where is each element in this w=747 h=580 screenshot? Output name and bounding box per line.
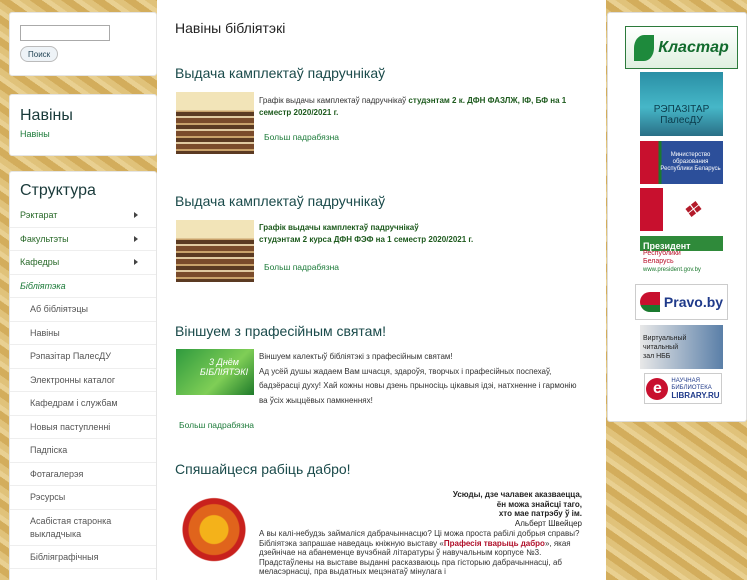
elibrary-banner[interactable]: e НАУЧНАЯ БИБЛИОТЕКА LIBRARY.RU <box>644 373 722 404</box>
submenu-item-repository[interactable]: Рэпазітар ПалесДУ <box>10 345 156 369</box>
books-image-1 <box>176 92 254 154</box>
article-title-3[interactable]: Віншуем з прафесійным святам! <box>175 323 386 339</box>
library-day-image: 3 Днём БІБЛІЯТЭКІ <box>176 349 254 395</box>
chevron-right-icon <box>134 212 138 218</box>
klastar-label: Кластар <box>658 39 729 56</box>
read-more-link-2[interactable]: Больш падрабязна <box>264 262 339 272</box>
leaf-icon <box>634 34 655 61</box>
exhibition-name: Прафесія тварыць дабро <box>443 538 545 548</box>
submenu-item-bibliographic[interactable]: Бібліяграфічныя <box>10 546 156 569</box>
submenu-item-catalog[interactable]: Электронны каталог <box>10 369 156 392</box>
elibrary-logo-icon: e <box>646 377 669 400</box>
submenu-item-news[interactable]: Навіны <box>10 322 156 345</box>
ministry-label: Министерство <box>670 152 711 158</box>
menu-item-library[interactable]: Бібліятэка <box>10 275 156 298</box>
submenu-item-about[interactable]: Аб бібліятэцы <box>10 298 156 322</box>
article-paragraph: Віншуем калектыў бібліятэкі з прафесійны… <box>259 352 453 361</box>
president-label: Президент <box>643 240 691 251</box>
president-banner[interactable]: Президент Республики Беларусь www.presid… <box>640 236 723 279</box>
news-block: Навіны Навіны <box>9 94 157 156</box>
quote-line: хто мае патрэбу ў ім. <box>498 509 582 518</box>
submenu-item-subscription[interactable]: Падпіска <box>10 439 156 463</box>
virtual-label: читальный <box>643 343 679 351</box>
pravo-banner[interactable]: Pravo.by <box>635 284 728 320</box>
article-title-1[interactable]: Выдача камплектаў падручнікаў <box>175 65 385 81</box>
repository-label: ПалесДУ <box>660 115 703 126</box>
library-day-image-text: 3 Днём БІБЛІЯТЭКІ <box>199 357 249 377</box>
elibrary-label: LIBRARY.RU <box>671 391 720 400</box>
submenu-item-teacher-page[interactable]: Асабістая старонка выкладчыка <box>10 510 156 546</box>
quote-line: ён можа знайсці таго, <box>496 499 582 509</box>
search-button[interactable]: Поиск <box>20 46 59 62</box>
read-more-link-1[interactable]: Больш падрабязна <box>264 132 339 142</box>
article-text-line1: Графік выдачы камплектаў падручнікаў <box>259 223 419 232</box>
search-input[interactable] <box>20 25 110 41</box>
flag-icon <box>639 292 660 312</box>
news-block-title: Навіны <box>20 107 73 124</box>
submenu-item-new-arrivals[interactable]: Новыя паступленні <box>10 416 156 439</box>
chevron-right-icon <box>134 259 138 265</box>
read-more-link-3[interactable]: Больш падрабязна <box>179 420 254 430</box>
article-text-3: Віншуем калектыў бібліятэкі з прафесійны… <box>259 350 584 408</box>
menu-item-label: Рэктарат <box>20 210 58 220</box>
ministry-label: Республики Беларусь <box>660 166 721 172</box>
heart-hands-image <box>176 490 252 562</box>
submenu-item-resources[interactable]: Рэсурсы <box>10 486 156 510</box>
submenu-item-photogallery[interactable]: Фотагалерэя <box>10 463 156 486</box>
menu-item-label: Кафедры <box>20 257 60 267</box>
page-title: Навіны бібліятэкі <box>175 20 286 36</box>
article-text-1: Графік выдачы камплектаў падручнікаў сту… <box>259 95 584 119</box>
virtual-reading-room-banner[interactable]: Виртуальный читальный зал НББ <box>640 325 723 369</box>
president-url: www.president.gov.by <box>643 266 701 273</box>
quote-author: Альберт Швейцер <box>514 518 582 528</box>
article-text-2: Графік выдачы камплектаў падручнікаў студ… <box>259 222 584 246</box>
virtual-label: зал НББ <box>643 352 671 360</box>
ministry-label: образования <box>672 159 709 165</box>
pravo-label: Pravo.by <box>663 293 724 310</box>
virtual-label: Виртуальный <box>643 334 687 342</box>
klastar-banner[interactable]: Кластар <box>625 26 738 69</box>
national-library-banner[interactable]: ❖ <box>640 188 723 231</box>
chevron-right-icon <box>134 235 138 242</box>
menu-item-label: Бібліятэка <box>20 280 66 291</box>
structure-title: Структура <box>20 182 96 199</box>
president-label: Республики <box>643 249 681 257</box>
submenu-item-departments-services[interactable]: Кафедрам і службам <box>10 392 156 416</box>
repository-banner[interactable]: РЭПАЗІТАР ПалесДУ <box>640 72 723 136</box>
article-text-line2: студэнтам 2 курса ДФН ФЭФ на 1 семестр 2… <box>259 235 474 244</box>
books-image-2 <box>176 220 254 282</box>
quote-line: Усюды, дзе чалавек аказваецца, <box>452 490 582 499</box>
article-text-plain: Графік выдачы камплектаў падручнікаў <box>259 96 409 105</box>
menu-item-rectorate[interactable]: Рэктарат <box>10 204 156 228</box>
elibrary-label: НАУЧНАЯ <box>671 378 700 384</box>
search-box: Поиск <box>9 12 157 76</box>
structure-menu: Структура Рэктарат Факультэты Кафедры Бі… <box>9 171 157 580</box>
president-label: Беларусь <box>643 257 674 265</box>
repository-label: РЭПАЗІТАР <box>653 104 710 115</box>
menu-item-faculties[interactable]: Факультэты <box>10 228 156 251</box>
article-title-4[interactable]: Спяшайцеся рабіць дабро! <box>175 461 351 477</box>
menu-item-label: Факультэты <box>20 233 69 244</box>
article-text-4: А вы калі-небудзь займаліся дабрачыннасц… <box>259 529 584 580</box>
menu-item-departments[interactable]: Кафедры <box>10 251 156 275</box>
quote-block: Усюды, дзе чалавек аказваецца, ён можа з… <box>320 490 582 528</box>
article-paragraph: Ад усёй душы жадаем Вам шчасця, здароўя,… <box>259 366 577 405</box>
article-title-2[interactable]: Выдача камплектаў падручнікаў <box>175 193 385 209</box>
news-link[interactable]: Навіны <box>20 129 146 139</box>
ministry-banner[interactable]: Министерство образования Республики Бела… <box>640 141 723 184</box>
